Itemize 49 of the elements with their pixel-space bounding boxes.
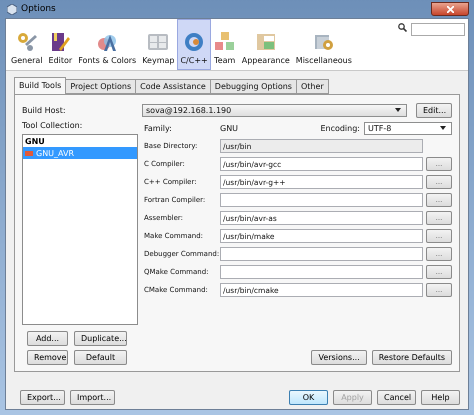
panel-button[interactable]: Restore Defaults xyxy=(372,350,452,365)
path-field[interactable] xyxy=(220,265,423,279)
category-tab[interactable]: Fonts & Colors xyxy=(75,19,140,70)
collection-button[interactable]: Default xyxy=(74,350,127,365)
build-host-combo[interactable]: sova@192.168.1.190 xyxy=(142,104,407,116)
dropdown-arrow-icon xyxy=(439,125,447,131)
search-icon xyxy=(398,23,407,32)
category-tab[interactable]: Keymap xyxy=(139,19,178,70)
category-tab[interactable]: Miscellaneous xyxy=(292,19,355,70)
field-label: Encoding: xyxy=(320,124,360,132)
search-field[interactable] xyxy=(411,23,465,36)
book-pen-icon xyxy=(49,31,72,53)
field-label: Tool Collection: xyxy=(22,121,84,130)
collection-button[interactable]: Add... xyxy=(27,331,68,346)
category-tab[interactable]: General xyxy=(8,19,46,70)
category-tab[interactable]: Editor xyxy=(46,19,76,70)
family-value: GNU xyxy=(220,124,238,132)
field-label: Family: xyxy=(144,124,173,132)
dialog-button[interactable]: Cancel xyxy=(377,390,416,405)
encoding-combo[interactable]: UTF-8 xyxy=(364,122,452,134)
category-tab[interactable]: Appearance xyxy=(238,19,293,70)
tab[interactable]: Code Assistance xyxy=(135,79,211,94)
category-tab[interactable]: C/C++ xyxy=(177,19,211,70)
cubes-icon xyxy=(214,31,236,53)
collection-button[interactable]: Remove xyxy=(27,350,68,365)
dropdown-arrow-icon xyxy=(394,107,402,113)
tab[interactable]: Other xyxy=(296,79,329,94)
window-title: Options xyxy=(21,4,56,14)
keyboard-icon xyxy=(147,31,170,53)
tab[interactable]: Project Options xyxy=(65,79,136,94)
footer-button[interactable]: Export... xyxy=(20,390,65,405)
path-field[interactable] xyxy=(220,247,423,261)
layout-icon xyxy=(254,31,277,53)
collection-button[interactable]: Duplicate... xyxy=(74,331,127,346)
tab[interactable]: Debugging Options xyxy=(210,79,297,94)
tab[interactable]: Build Tools xyxy=(14,77,66,94)
gear-wrench-icon xyxy=(16,31,38,53)
app-icon xyxy=(7,4,17,14)
field-label: Build Host: xyxy=(22,106,67,115)
dialog-button[interactable]: OK xyxy=(289,390,328,405)
close-button[interactable] xyxy=(431,2,469,16)
category-tab[interactable]: Team xyxy=(210,19,239,70)
panel-button[interactable]: Versions... xyxy=(311,350,367,365)
path-field[interactable] xyxy=(220,193,423,207)
dialog-button[interactable]: Help xyxy=(421,390,460,405)
list-item[interactable]: GNU xyxy=(23,135,137,147)
close-icon xyxy=(446,6,454,12)
edit-button[interactable]: Edit... xyxy=(416,102,452,118)
footer-button[interactable]: Import... xyxy=(70,390,115,405)
